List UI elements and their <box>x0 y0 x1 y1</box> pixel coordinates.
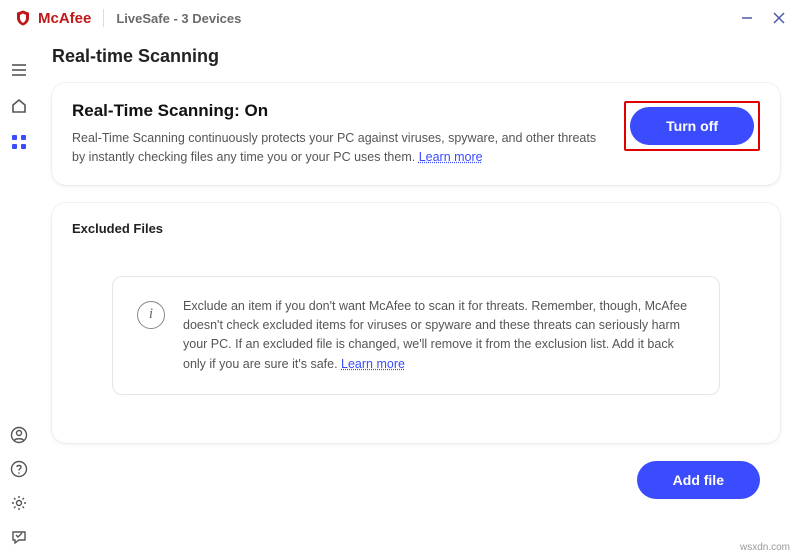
settings-icon[interactable] <box>9 493 29 513</box>
rts-description: Real-Time Scanning continuously protects… <box>72 129 604 167</box>
feedback-icon[interactable] <box>9 527 29 547</box>
brand-logo: McAfee <box>14 9 91 27</box>
mcafee-shield-icon <box>14 9 32 27</box>
content-area: Real-time Scanning Real-Time Scanning: O… <box>38 36 800 559</box>
titlebar: McAfee LiveSafe - 3 Devices <box>0 0 800 36</box>
close-icon <box>772 11 786 25</box>
rts-learn-more-link[interactable]: Learn more <box>419 150 483 164</box>
product-name: LiveSafe - 3 Devices <box>116 11 241 26</box>
info-icon: i <box>137 301 165 329</box>
excluded-files-title: Excluded Files <box>72 221 760 236</box>
home-icon[interactable] <box>9 96 29 116</box>
window-controls <box>740 11 786 25</box>
sidebar <box>0 36 38 559</box>
page-title: Real-time Scanning <box>52 46 780 67</box>
menu-icon[interactable] <box>9 60 29 80</box>
excluded-files-card: Excluded Files i Exclude an item if you … <box>52 203 780 443</box>
minimize-button[interactable] <box>740 11 754 25</box>
turn-off-highlight: Turn off <box>624 101 760 151</box>
rts-heading: Real-Time Scanning: On <box>72 101 604 121</box>
close-button[interactable] <box>772 11 786 25</box>
excluded-learn-more-link[interactable]: Learn more <box>341 357 405 371</box>
realtime-scanning-card: Real-Time Scanning: On Real-Time Scannin… <box>52 83 780 185</box>
help-icon[interactable] <box>9 459 29 479</box>
account-icon[interactable] <box>9 425 29 445</box>
watermark: wsxdn.com <box>740 542 790 553</box>
minimize-icon <box>740 11 754 25</box>
brand-name: McAfee <box>38 10 91 27</box>
turn-off-button[interactable]: Turn off <box>630 107 754 145</box>
titlebar-divider <box>103 9 104 27</box>
apps-icon[interactable] <box>9 132 29 152</box>
add-file-button[interactable]: Add file <box>637 461 760 499</box>
excluded-info-text: Exclude an item if you don't want McAfee… <box>183 297 695 375</box>
excluded-info-box: i Exclude an item if you don't want McAf… <box>112 276 720 396</box>
